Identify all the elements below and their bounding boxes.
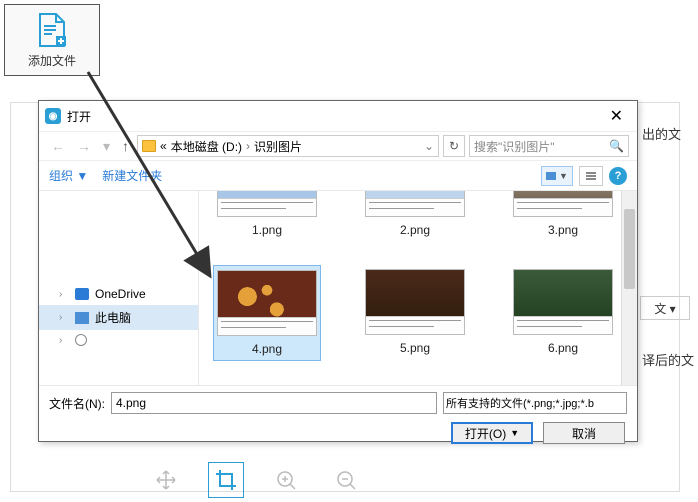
filename-row: 文件名(N): 打开(O)▼ 取消 [39, 385, 637, 441]
sidebar-item-label: 此电脑 [95, 309, 131, 326]
scrollbar[interactable] [621, 191, 637, 385]
breadcrumb-dropdown-icon[interactable]: ⌄ [424, 139, 434, 153]
onedrive-icon [75, 288, 89, 300]
file-item[interactable]: 5.png [361, 265, 469, 361]
network-icon [75, 334, 87, 346]
bg-text-2: 译后的文 [642, 350, 694, 369]
sidebar: › OneDrive › 此电脑 › [39, 191, 199, 385]
breadcrumb-folder[interactable]: 识别图片 [254, 138, 302, 155]
close-button[interactable]: ✕ [602, 106, 631, 126]
app-icon: ◉ [45, 108, 61, 124]
breadcrumb-sep: › [246, 139, 250, 153]
breadcrumb[interactable]: « 本地磁盘 (D:) › 识别图片 ⌄ [137, 135, 439, 157]
organize-menu[interactable]: 组织 ▼ [49, 167, 88, 184]
refresh-button[interactable]: ↻ [443, 135, 465, 157]
scrollbar-handle[interactable] [624, 209, 635, 289]
cancel-button[interactable]: 取消 [543, 422, 625, 444]
thumbnail [365, 269, 465, 335]
nav-forward-icon[interactable]: → [73, 138, 95, 154]
pc-icon [75, 312, 89, 324]
file-name: 2.png [400, 223, 430, 237]
file-name: 5.png [400, 341, 430, 355]
file-name: 1.png [252, 223, 282, 237]
open-file-dialog: ◉ 打开 ✕ ← → ▾ ↑ « 本地磁盘 (D:) › 识别图片 ⌄ ↻ 搜索… [38, 100, 638, 442]
dialog-title: 打开 [67, 108, 602, 125]
thumbnail [513, 191, 613, 217]
file-item[interactable]: 1.png [213, 191, 321, 241]
add-file-label: 添加文件 [28, 52, 76, 69]
titlebar: ◉ 打开 ✕ [39, 101, 637, 131]
breadcrumb-prefix: « [160, 139, 167, 153]
nav-up-icon[interactable]: ↑ [118, 138, 133, 154]
crop-tool[interactable] [208, 462, 244, 498]
filename-label: 文件名(N): [49, 395, 105, 412]
bg-text-1: 出的文 [642, 124, 681, 143]
file-name: 6.png [548, 341, 578, 355]
chevron-right-icon: › [59, 289, 69, 300]
toolbar: 组织 ▼ 新建文件夹 ▼ ? [39, 161, 637, 191]
thumbnail [217, 191, 317, 217]
sidebar-item-onedrive[interactable]: › OneDrive [39, 283, 198, 305]
folder-icon [142, 140, 156, 152]
new-folder-button[interactable]: 新建文件夹 [102, 167, 162, 184]
view-mode-button[interactable]: ▼ [541, 166, 573, 186]
thumbnail [217, 270, 317, 336]
nav-back-icon[interactable]: ← [47, 138, 69, 154]
document-plus-icon [36, 12, 68, 48]
file-name: 3.png [548, 223, 578, 237]
filename-input[interactable] [111, 392, 437, 414]
zoom-in-tool[interactable] [268, 462, 304, 498]
file-item-selected[interactable]: 4.png [213, 265, 321, 361]
preview-pane-button[interactable] [579, 166, 603, 186]
file-item[interactable]: 2.png [361, 191, 469, 241]
file-name: 4.png [252, 342, 282, 356]
chevron-right-icon: › [59, 335, 69, 346]
add-file-button[interactable]: 添加文件 [4, 4, 100, 76]
search-icon: 🔍 [609, 139, 624, 153]
help-button[interactable]: ? [609, 167, 627, 185]
file-list[interactable]: 修 1.png 2.png 3.png 4.png [199, 191, 637, 385]
thumbnail [365, 191, 465, 217]
breadcrumb-drive[interactable]: 本地磁盘 (D:) [171, 138, 242, 155]
bottom-toolbar [148, 462, 364, 498]
filetype-filter[interactable] [443, 392, 627, 414]
zoom-out-tool[interactable] [328, 462, 364, 498]
search-input[interactable]: 搜索"识别图片" 🔍 [469, 135, 629, 157]
open-button[interactable]: 打开(O)▼ [451, 422, 533, 444]
sidebar-item-thispc[interactable]: › 此电脑 [39, 305, 198, 330]
file-item[interactable]: 6.png [509, 265, 617, 361]
move-tool[interactable] [148, 462, 184, 498]
sidebar-item-network[interactable]: › [39, 330, 198, 350]
nav-recent-icon[interactable]: ▾ [99, 138, 114, 155]
content-split: › OneDrive › 此电脑 › 修 1.png [39, 191, 637, 385]
sidebar-item-label: OneDrive [95, 287, 146, 301]
search-placeholder: 搜索"识别图片" [474, 138, 555, 155]
address-bar-row: ← → ▾ ↑ « 本地磁盘 (D:) › 识别图片 ⌄ ↻ 搜索"识别图片" … [39, 131, 637, 161]
chevron-right-icon: › [59, 312, 69, 323]
thumbnail [513, 269, 613, 335]
bg-language-dropdown[interactable]: 文 ▾ [640, 296, 690, 320]
file-item[interactable]: 3.png [509, 191, 617, 241]
